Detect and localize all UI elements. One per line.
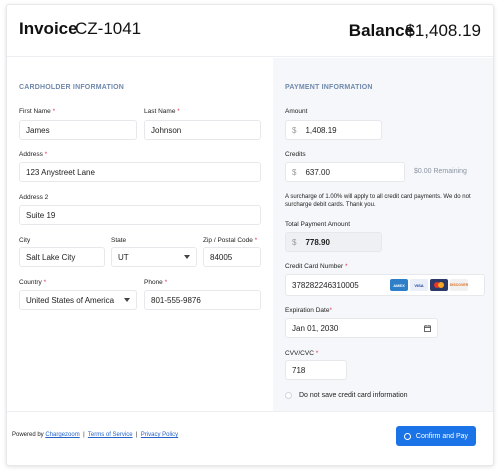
- calendar-icon: [424, 325, 431, 332]
- discover-icon: DISCOVER: [450, 279, 468, 291]
- address-label: Address *: [19, 151, 48, 158]
- confirm-button-label: Confirm and Pay: [415, 432, 469, 440]
- mastercard-icon: [430, 279, 448, 291]
- credits-field[interactable]: $637.00: [285, 162, 405, 182]
- currency-symbol: $: [292, 167, 297, 177]
- first-name-label: First Name *: [19, 108, 56, 115]
- invoice-number: CZ-1041: [75, 19, 142, 38]
- credits-remaining: $0.00 Remaining: [414, 168, 467, 175]
- privacy-link[interactable]: Privacy Policy: [141, 432, 178, 438]
- amount-label: Amount: [285, 108, 308, 115]
- chevron-down-icon: [184, 255, 190, 259]
- zip-value: 84005: [210, 252, 233, 262]
- total-value: 778.90: [305, 237, 330, 247]
- last-name-label: Last Name *: [144, 108, 180, 115]
- zip-label: Zip / Postal Code *: [203, 237, 258, 244]
- balance-label: Balance: [348, 21, 414, 40]
- visa-icon: VISA: [410, 279, 428, 291]
- chevron-down-icon: [124, 298, 130, 302]
- cvv-label: CVV/CVC *: [285, 350, 319, 357]
- total-field: $778.90: [285, 232, 382, 252]
- expiration-label: Expiration Date*: [285, 307, 332, 314]
- balance-amount: $1,408.19: [405, 21, 481, 40]
- address2-label: Address 2: [19, 194, 49, 201]
- state-select[interactable]: UT: [111, 247, 197, 267]
- powered-by-text: Powered by: [12, 432, 44, 438]
- amount-field[interactable]: $1,408.19: [285, 120, 382, 140]
- country-label: Country *: [19, 279, 47, 286]
- city-field[interactable]: Salt Lake City: [19, 247, 105, 267]
- surcharge-note: A surcharge of 1.00% will apply to all c…: [285, 194, 471, 208]
- expiration-value: Jan 01, 2030: [292, 323, 339, 333]
- invoice-card: Invoice CZ-1041 Balance $1,408.19 CARDHO…: [6, 4, 494, 466]
- card-number-label: Credit Card Number *: [285, 263, 348, 270]
- zip-field[interactable]: 84005: [203, 247, 261, 267]
- phone-value: 801-555-9876: [151, 295, 201, 305]
- address-field[interactable]: 123 Anystreet Lane: [19, 162, 261, 182]
- country-value: United States of America: [26, 295, 115, 305]
- save-card-checkbox[interactable]: [285, 392, 292, 399]
- country-select[interactable]: United States of America: [19, 290, 137, 310]
- state-label: State: [111, 237, 127, 244]
- invoice-label: Invoice: [19, 19, 78, 38]
- credits-label: Credits: [285, 151, 306, 158]
- payment-section-title: PAYMENT INFORMATION: [285, 84, 373, 91]
- cvv-field[interactable]: 718: [285, 360, 347, 380]
- confirm-and-pay-button[interactable]: Confirm and Pay: [396, 426, 476, 446]
- expiration-field[interactable]: Jan 01, 2030: [285, 318, 438, 338]
- chargezoom-link[interactable]: Chargezoom: [45, 432, 79, 438]
- address-value: 123 Anystreet Lane: [26, 167, 95, 177]
- cardholder-section: CARDHOLDER INFORMATION First Name * Jame…: [7, 58, 273, 411]
- amount-value: 1,408.19: [305, 125, 337, 135]
- total-label: Total Payment Amount: [285, 221, 351, 228]
- city-value: Salt Lake City: [26, 252, 76, 262]
- separator: |: [135, 432, 138, 438]
- card-number-field[interactable]: 378282246310005 AMEX VISA DISCOVER: [285, 274, 485, 296]
- city-label: City: [19, 237, 31, 244]
- card-brands: AMEX VISA DISCOVER: [390, 279, 482, 291]
- last-name-value: Johnson: [151, 125, 182, 135]
- first-name-field[interactable]: James: [19, 120, 137, 140]
- state-value: UT: [118, 252, 129, 262]
- currency-symbol: $: [292, 237, 297, 247]
- currency-symbol: $: [292, 125, 297, 135]
- separator: |: [83, 432, 85, 438]
- terms-link[interactable]: Terms of Service: [88, 432, 133, 438]
- amex-icon: AMEX: [390, 279, 408, 291]
- last-name-field[interactable]: Johnson: [144, 120, 261, 140]
- cardholder-section-title: CARDHOLDER INFORMATION: [19, 84, 124, 91]
- save-card-label: Do not save credit card information: [299, 392, 408, 399]
- payment-section: PAYMENT INFORMATION Amount $1,408.19 Cre…: [273, 58, 493, 411]
- credits-value: 637.00: [305, 167, 330, 177]
- phone-field[interactable]: 801-555-9876: [144, 290, 261, 310]
- footer-links: Powered by Chargezoom | Terms of Service…: [12, 432, 178, 438]
- first-name-value: James: [26, 125, 50, 135]
- card-number-value: 378282246310005: [292, 280, 359, 290]
- phone-label: Phone *: [144, 279, 168, 286]
- cvv-value: 718: [292, 365, 306, 375]
- address2-field[interactable]: Suite 19: [19, 205, 261, 225]
- address2-value: Suite 19: [26, 210, 56, 220]
- invoice-header: Invoice CZ-1041 Balance $1,408.19: [7, 5, 493, 57]
- check-circle-icon: [403, 432, 411, 440]
